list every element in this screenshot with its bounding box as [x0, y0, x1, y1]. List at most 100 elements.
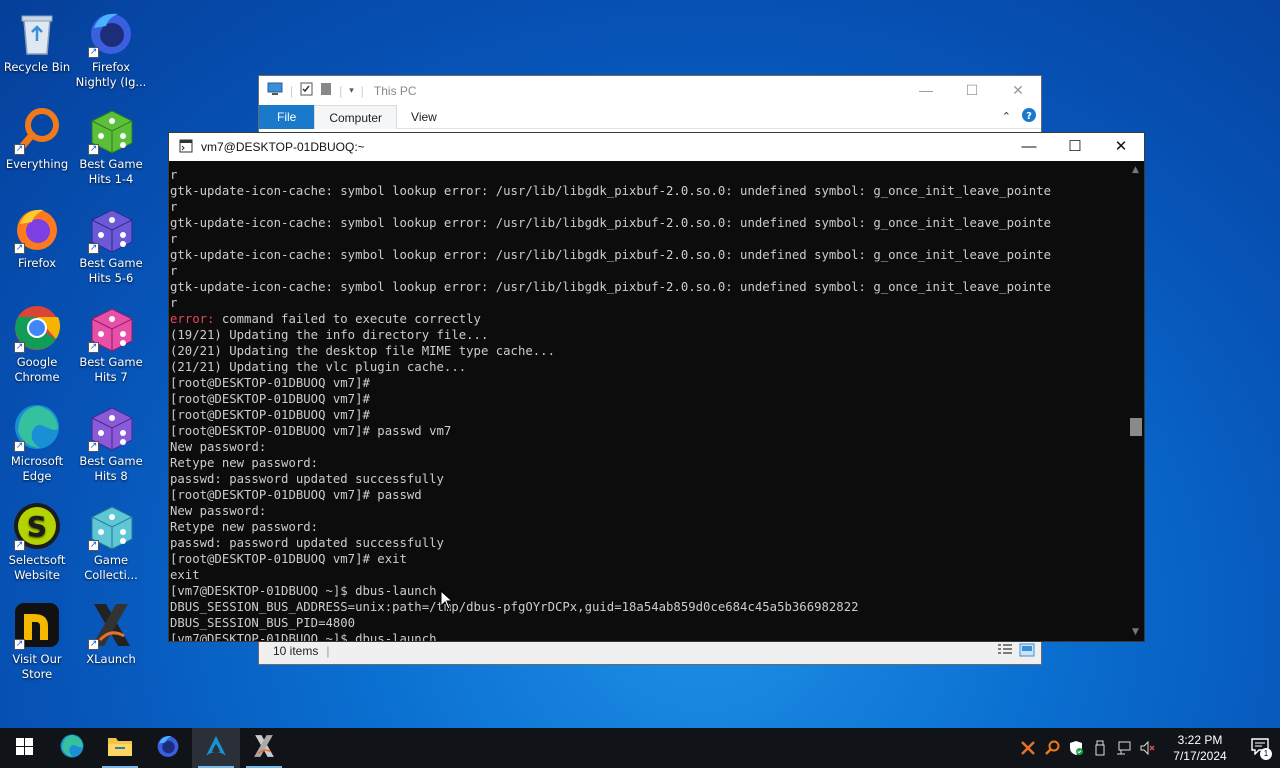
desktop-icon-google-chrome[interactable]: ↗ Google Chrome	[0, 303, 74, 385]
terminal-line-text: r	[170, 232, 178, 246]
tab-view[interactable]: View	[397, 105, 451, 129]
svg-text:S: S	[27, 510, 47, 543]
start-button[interactable]	[0, 728, 48, 768]
shortcut-arrow-icon: ↗	[88, 441, 99, 452]
desktop-icon-recycle-bin[interactable]: Recycle Bin	[0, 8, 74, 75]
terminal-line-text: passwd: password updated successfully	[170, 472, 444, 486]
taskbar: 3:22 PM 7/17/2024 1	[0, 728, 1280, 768]
desktop-icon-best-game-hits-5-6[interactable]: ↗ Best Game Hits 5-6	[74, 204, 148, 286]
scroll-down-arrow-icon[interactable]: ▼	[1127, 625, 1144, 639]
terminal-line: [vm7@DESKTOP-01DBUOQ ~]$ dbus-launch	[170, 631, 1129, 641]
taskbar-file-explorer[interactable]	[96, 728, 144, 768]
explorer-maximize-button[interactable]: ☐	[949, 82, 995, 99]
large-icons-view-icon[interactable]	[1019, 643, 1035, 660]
taskbar-xlaunch[interactable]	[240, 728, 288, 768]
edge-icon: ↗	[12, 402, 62, 452]
new-folder-icon[interactable]	[320, 82, 332, 99]
explorer-titlebar[interactable]: | | ▾ | This PC — ☐ ✕	[259, 76, 1041, 105]
desktop-icon-best-game-hits-7[interactable]: ↗ Best Game Hits 7	[74, 303, 148, 385]
terminal-line-text: r	[170, 264, 178, 278]
taskbar-arch-terminal[interactable]	[192, 728, 240, 768]
volume-muted-icon[interactable]	[1136, 728, 1160, 768]
terminal-line: gtk-update-icon-cache: symbol lookup err…	[170, 279, 1129, 295]
desktop-icon-selectsoft-website[interactable]: S ↗ Selectsoft Website	[0, 501, 74, 583]
terminal-titlebar[interactable]: vm7@DESKTOP-01DBUOQ:~ — ☐ ✕	[169, 133, 1144, 161]
terminal-line: Retype new password:	[170, 455, 1129, 471]
everything-search-icon[interactable]	[1040, 728, 1064, 768]
collapse-ribbon-icon[interactable]: ⌃	[1002, 110, 1011, 123]
terminal-line-text: gtk-update-icon-cache: symbol lookup err…	[170, 280, 1051, 294]
explorer-close-button[interactable]: ✕	[995, 82, 1041, 99]
terminal-line-text: passwd: password updated successfully	[170, 536, 444, 550]
svg-text:?: ?	[1026, 111, 1032, 122]
taskbar-clock[interactable]: 3:22 PM 7/17/2024	[1160, 732, 1240, 764]
tab-computer[interactable]: Computer	[314, 104, 398, 129]
details-view-icon[interactable]	[997, 643, 1013, 660]
terminal-line-text: r	[170, 168, 178, 182]
terminal-maximize-button[interactable]: ☐	[1052, 133, 1098, 161]
desktop-icon-label: Best Game Hits 8	[79, 454, 143, 483]
desktop-icon-label: Microsoft Edge	[10, 454, 64, 483]
defender-icon[interactable]	[1064, 728, 1088, 768]
item-count: 10 items	[273, 644, 319, 658]
terminal-line: r	[170, 199, 1129, 215]
desktop-icon-label: Google Chrome	[14, 355, 60, 384]
desktop-icon-everything[interactable]: ↗ Everything	[0, 105, 74, 172]
desktop-icon-firefox[interactable]: ↗ Firefox	[0, 204, 74, 271]
properties-icon[interactable]	[300, 82, 313, 99]
edge-icon	[59, 733, 85, 763]
scrollbar-thumb[interactable]	[1130, 417, 1142, 436]
desktop-icon-label: Visit Our Store	[12, 652, 62, 681]
terminal-close-button[interactable]: ✕	[1098, 133, 1144, 161]
explorer-minimize-button[interactable]: —	[903, 82, 949, 99]
taskbar-edge[interactable]	[48, 728, 96, 768]
terminal-output[interactable]: r gtk-update-icon-cache: symbol lookup er…	[169, 167, 1129, 641]
desktop-icon-best-game-hits-1-4[interactable]: ↗ Best Game Hits 1-4	[74, 105, 148, 187]
customize-toolbar-icon[interactable]: ▾	[349, 85, 354, 96]
dice-icon: ↗	[86, 105, 136, 155]
desktop-icon-best-game-hits-8[interactable]: ↗ Best Game Hits 8	[74, 402, 148, 484]
terminal-line: r	[170, 167, 1129, 183]
terminal-line-text: [vm7@DESKTOP-01DBUOQ ~]$ dbus-launch	[170, 584, 437, 598]
terminal-line: [root@DESKTOP-01DBUOQ vm7]#	[170, 375, 1129, 391]
xlaunch-icon: ↗	[86, 600, 136, 650]
desktop-icon-firefox-nightly[interactable]: ↗ Firefox Nightly (Ig...	[74, 8, 148, 90]
usb-icon[interactable]	[1088, 728, 1112, 768]
explorer-title: This PC	[373, 83, 417, 98]
shortcut-arrow-icon: ↗	[14, 243, 25, 254]
taskbar-firefox[interactable]	[144, 728, 192, 768]
tab-file[interactable]: File	[259, 104, 315, 129]
terminal-window[interactable]: vm7@DESKTOP-01DBUOQ:~ — ☐ ✕ r gtk-update-…	[168, 132, 1145, 642]
desktop-icon-label: XLaunch	[86, 652, 136, 666]
terminal-line: [root@DESKTOP-01DBUOQ vm7]# passwd vm7	[170, 423, 1129, 439]
action-center-button[interactable]: 1	[1240, 728, 1280, 768]
arch-linux-icon	[204, 734, 228, 762]
windows-logo-icon	[15, 737, 33, 759]
xming-icon[interactable]	[1016, 728, 1040, 768]
shortcut-arrow-icon: ↗	[88, 47, 99, 58]
shortcut-arrow-icon: ↗	[14, 639, 25, 650]
desktop-icon-visit-our-store[interactable]: ↗ Visit Our Store	[0, 600, 74, 682]
terminal-title: vm7@DESKTOP-01DBUOQ:~	[201, 140, 365, 154]
terminal-line-text: (19/21) Updating the info directory file…	[170, 328, 489, 342]
network-icon[interactable]	[1112, 728, 1136, 768]
help-icon[interactable]: ?	[1021, 107, 1037, 126]
terminal-line-text: gtk-update-icon-cache: symbol lookup err…	[170, 248, 1051, 262]
desktop-icon-label: Best Game Hits 1-4	[79, 157, 143, 186]
terminal-line: (21/21) Updating the vlc plugin cache...	[170, 359, 1129, 375]
folder-icon	[107, 735, 133, 761]
desktop-icon-xlaunch[interactable]: ↗ XLaunch	[74, 600, 148, 667]
terminal-line: Retype new password:	[170, 519, 1129, 535]
terminal-line-text: DBUS_SESSION_BUS_ADDRESS=unix:path=/tmp/…	[170, 600, 859, 614]
terminal-line: exit	[170, 567, 1129, 583]
terminal-line-text: DBUS_SESSION_BUS_PID=4800	[170, 616, 356, 630]
terminal-line-text: Retype new password:	[170, 456, 319, 470]
terminal-scrollbar[interactable]: ▲ ▼	[1127, 161, 1144, 641]
scroll-up-arrow-icon[interactable]: ▲	[1127, 163, 1144, 177]
terminal-line: DBUS_SESSION_BUS_PID=4800	[170, 615, 1129, 631]
desktop-icon-microsoft-edge[interactable]: ↗ Microsoft Edge	[0, 402, 74, 484]
desktop-icon-game-collection[interactable]: ↗ Game Collecti...	[74, 501, 148, 583]
error-prefix: error:	[170, 312, 215, 326]
terminal-line-text: New password:	[170, 440, 267, 454]
terminal-minimize-button[interactable]: —	[1006, 133, 1052, 161]
